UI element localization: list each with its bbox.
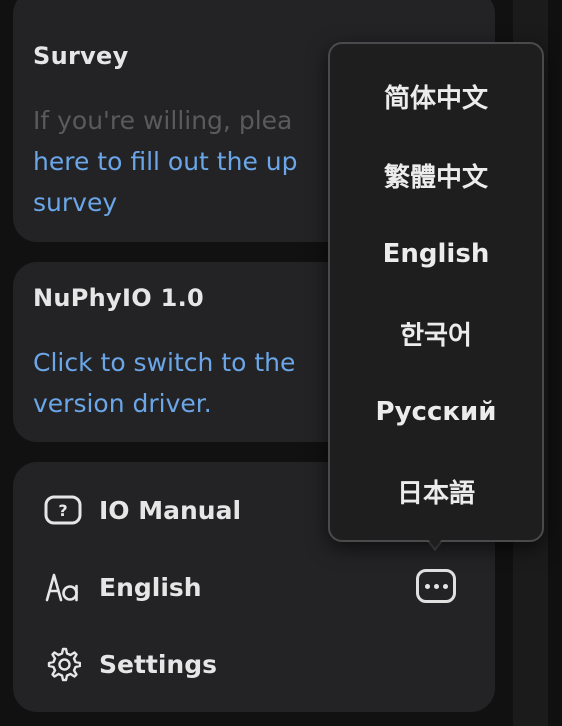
- language-label: English: [99, 572, 202, 602]
- lang-option-english[interactable]: English: [330, 229, 542, 279]
- settings-item[interactable]: Settings: [43, 644, 217, 684]
- io-manual-item[interactable]: ? IO Manual: [43, 490, 241, 530]
- io-manual-label: IO Manual: [99, 495, 242, 525]
- language-item[interactable]: English: [43, 567, 202, 607]
- more-options-button[interactable]: [416, 569, 456, 603]
- lang-option-korean[interactable]: 한국어: [330, 308, 542, 358]
- lang-option-zh-hans[interactable]: 简体中文: [330, 71, 542, 121]
- popup-pointer-fill: [427, 538, 443, 548]
- lang-option-japanese[interactable]: 日本語: [330, 466, 542, 516]
- language-dropdown: 简体中文 繁體中文 English 한국어 Русский 日本語: [328, 42, 544, 542]
- window-edge: [548, 0, 562, 726]
- settings-label: Settings: [99, 649, 218, 679]
- lang-option-zh-hant[interactable]: 繁體中文: [330, 150, 542, 200]
- gear-icon: [43, 644, 83, 684]
- app-window: Survey If you're willing, plea here to f…: [0, 0, 562, 726]
- dot: [424, 583, 430, 589]
- font-language-icon: [43, 567, 83, 607]
- dot: [433, 583, 439, 589]
- dot: [442, 583, 448, 589]
- svg-text:?: ?: [58, 501, 67, 520]
- nuphyio-title: NuPhyIO 1.0: [33, 284, 204, 312]
- help-icon: ?: [43, 490, 83, 530]
- survey-title: Survey: [33, 42, 129, 70]
- lang-option-russian[interactable]: Русский: [330, 387, 542, 437]
